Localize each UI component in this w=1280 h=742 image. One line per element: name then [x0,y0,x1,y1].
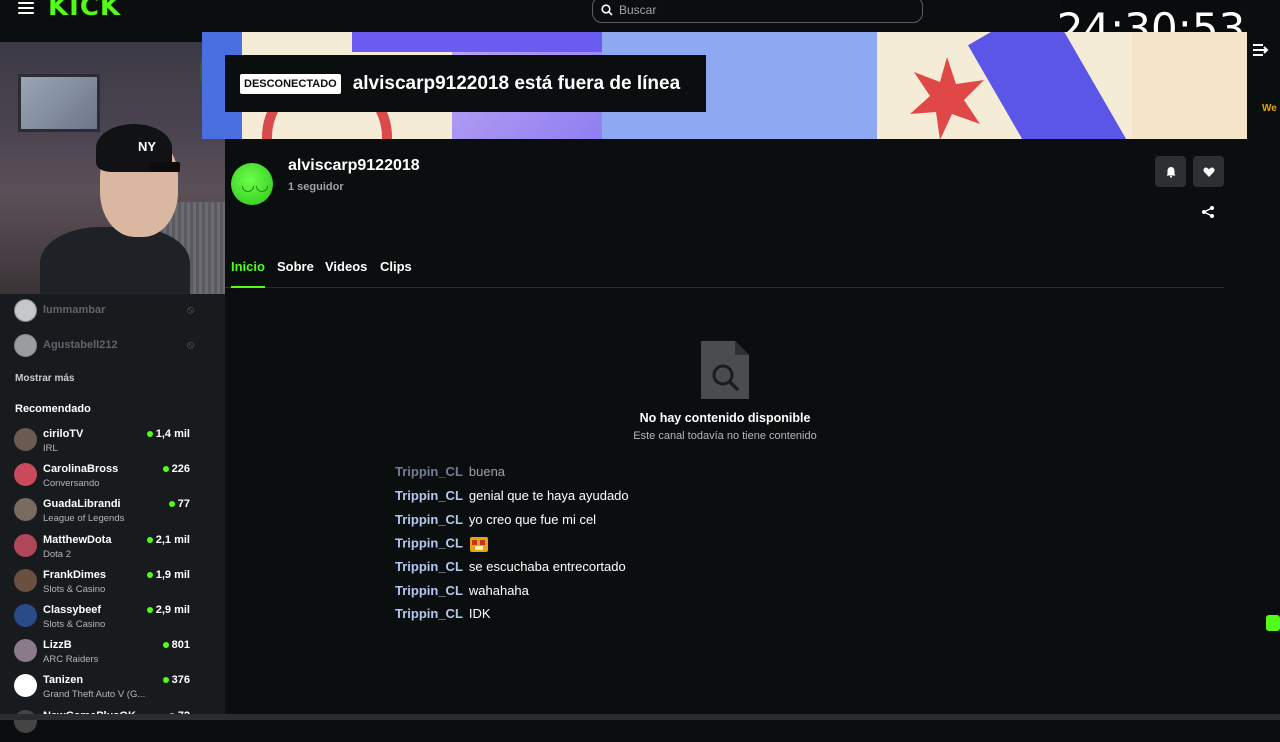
recommended-channel[interactable]: LizzB ARC Raiders 801 [14,639,190,671]
search-input[interactable] [619,2,899,17]
recommended-channel[interactable]: GuadaLibrandi League of Legends 77 [14,498,190,530]
live-dot [146,431,153,437]
right-edge-label: We [1262,103,1277,114]
chat-message: Trippin_CL se escuchaba entrecortado [395,559,626,574]
search-bar[interactable] [592,0,923,23]
channel-name: GuadaLibrandi [43,498,121,511]
viewer-count: 2,9 mil [146,604,190,616]
offline-icon: ⦸ [186,303,194,316]
offline-text: alviscarp9122018 está fuera de línea [352,72,681,94]
collapse-chat-icon[interactable] [1252,42,1270,58]
no-content-icon [701,341,749,399]
channel-name: LizzB [43,639,72,652]
viewer-count: 226 [162,463,190,475]
channel-category: League of Legends [43,513,125,525]
tab-clips[interactable]: Clips [380,259,412,288]
chat-message: Trippin_CL yo creo que fue mi cel [395,512,597,527]
channel-category: Grand Theft Auto V (G... [43,689,146,701]
channel-name[interactable]: alviscarp9122018 [288,157,420,175]
channel-name: CarolinaBross [43,463,119,476]
live-dot [162,466,169,473]
avatar [14,568,37,592]
avatar [14,674,37,698]
chat-message: Trippin_CL IDK [395,606,491,621]
viewer-count: 1,9 mil [146,569,190,581]
show-more-link[interactable]: Mostrar más [15,373,74,384]
live-dot [168,501,175,508]
notification-button[interactable] [1155,156,1186,187]
avatar [14,604,37,627]
scrollbar[interactable] [0,714,1280,720]
offline-badge: DESCONECTADO [240,73,341,94]
chat-message: Trippin_CL [395,535,489,557]
bell-icon [1166,166,1175,178]
follow-button[interactable] [1193,156,1224,187]
empty-state-title: No hay contenido disponible [639,411,811,425]
channel-name: ciriloTV [43,428,84,440]
chat-message: Trippin_CL genial que te haya ayudado [395,488,629,503]
avatar [14,428,37,451]
sidebar: lummambar ⦸ Agustabell212 ⦸ Mostrar más … [0,294,225,733]
webcam-overlay: NY [0,42,225,294]
tab-videos[interactable]: Videos [325,259,367,288]
recommended-channel[interactable]: Tanizen Grand Theft Auto V (G... 376 [14,674,190,706]
follower-count: 1 seguidor [288,181,344,193]
recommended-channel[interactable]: MatthewDota Dota 2 2,1 mil [14,533,190,566]
channel-category: Slots & Casino [43,583,106,595]
viewer-count: 376 [162,674,190,686]
avatar [14,498,37,522]
offline-icon: ⦸ [186,338,194,351]
avatar [14,639,37,663]
heart-icon [1202,167,1215,177]
live-dot [146,571,153,578]
tab-inicio[interactable]: Inicio [231,259,265,288]
tab-sobre[interactable]: Sobre [277,259,314,288]
viewer-count: 77 [168,498,190,510]
viewer-count: 1,4 mil [146,428,190,440]
live-dot [146,536,153,543]
live-dot [162,677,169,684]
followed-channel[interactable]: Agustabell212 ⦸ [14,333,194,357]
channel-tabs: Inicio Sobre Videos Clips [225,259,1224,288]
recommended-title: Recomendado [15,403,91,415]
viewer-count: 2,1 mil [146,534,190,546]
channel-avatar[interactable]: ◡◡ [231,163,273,205]
channel-category: Dota 2 [43,548,71,560]
empty-state-subtitle: Este canal todavía no tiene contenido [633,430,817,442]
live-dot [146,607,153,613]
channel-category: IRL [43,443,58,454]
channel-name: Classybeef [43,604,102,616]
kick-logo[interactable]: KICK [48,0,121,22]
followed-channel[interactable]: lummambar ⦸ [14,298,194,322]
avatar [14,298,37,322]
avatar [14,533,37,557]
recommended-channel[interactable]: FrankDimes Slots & Casino 1,9 mil [14,568,190,601]
channel-category: Slots & Casino [43,619,106,630]
emote-icon [469,537,488,552]
offline-notice: DESCONECTADO alviscarp9122018 está fuera… [225,55,706,112]
avatar [14,463,37,487]
chat-message: Trippin_CL wahahaha [395,583,529,598]
share-icon[interactable] [1201,205,1215,219]
avatar [14,333,37,357]
recommended-channel[interactable]: CarolinaBross Conversando 226 [14,463,190,495]
channel-name: MatthewDota [43,533,112,546]
menu-icon[interactable] [18,2,34,16]
viewer-count: 801 [162,639,190,651]
channel-name: FrankDimes [43,568,106,581]
channel-category: ARC Raiders [43,654,99,666]
channel-category: Conversando [43,478,100,490]
recommended-channel[interactable]: ciriloTV IRL 1,4 mil [14,428,190,460]
chat-emote-icon [1266,615,1280,631]
channel-name: Tanizen [43,674,84,687]
search-icon [601,3,613,16]
recommended-channel[interactable]: Classybeef Slots & Casino 2,9 mil [14,604,190,636]
chat-message: Trippin_CL buena [395,464,506,479]
live-dot [162,642,169,649]
